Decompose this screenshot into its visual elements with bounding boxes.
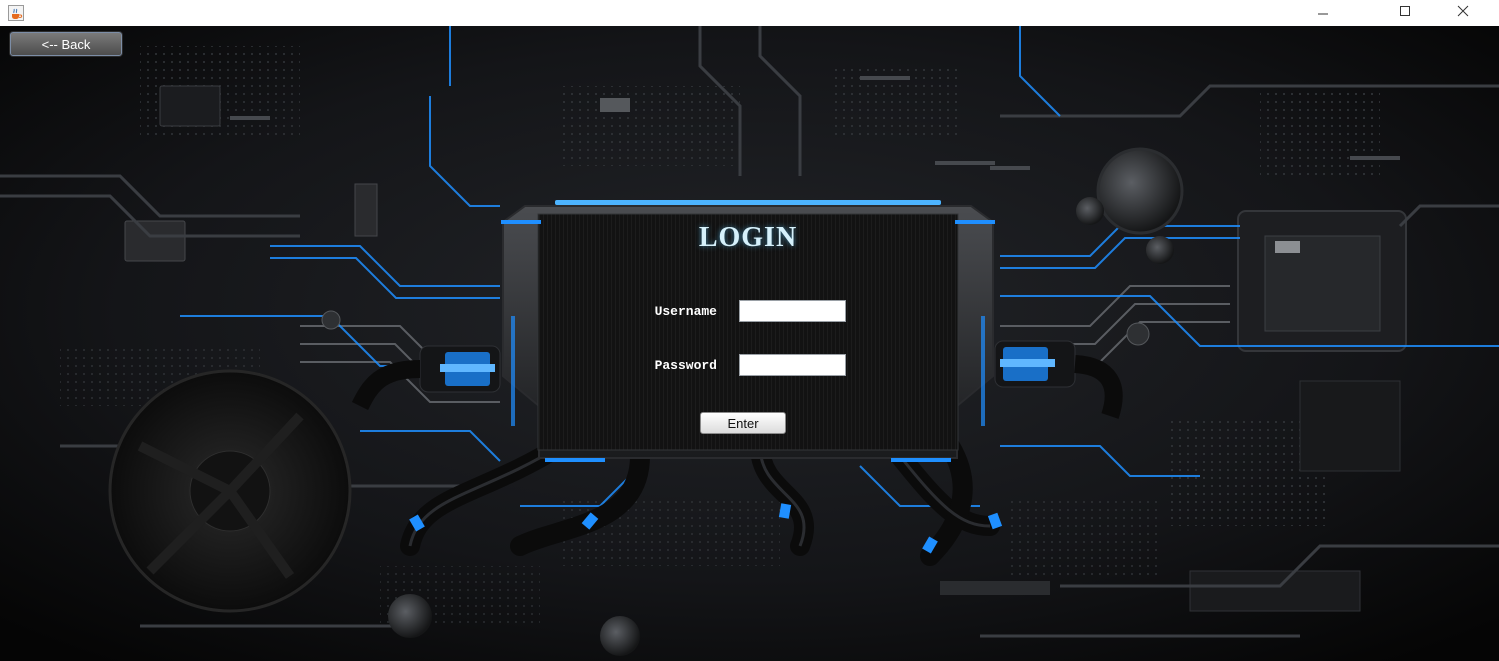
password-field[interactable] bbox=[739, 354, 846, 376]
login-title: LOGIN bbox=[698, 222, 798, 253]
enter-button[interactable]: Enter bbox=[700, 412, 786, 434]
maximize-button[interactable] bbox=[1382, 0, 1428, 26]
close-icon bbox=[1457, 4, 1469, 22]
login-window: <-- Back LOGIN Username Password Enter bbox=[0, 0, 1499, 661]
title-bar[interactable] bbox=[0, 0, 1499, 26]
username-label: Username bbox=[654, 304, 717, 319]
login-panel: LOGIN Username Password Enter bbox=[538, 214, 958, 450]
minimize-button[interactable] bbox=[1300, 0, 1346, 26]
close-button[interactable] bbox=[1440, 0, 1486, 26]
maximize-icon bbox=[1399, 4, 1411, 22]
password-label: Password bbox=[654, 358, 717, 373]
content-area: <-- Back LOGIN Username Password Enter bbox=[0, 26, 1499, 661]
java-cup-icon bbox=[8, 5, 24, 21]
username-field[interactable] bbox=[739, 300, 846, 322]
minimize-icon bbox=[1317, 4, 1329, 22]
back-button[interactable]: <-- Back bbox=[10, 32, 122, 56]
